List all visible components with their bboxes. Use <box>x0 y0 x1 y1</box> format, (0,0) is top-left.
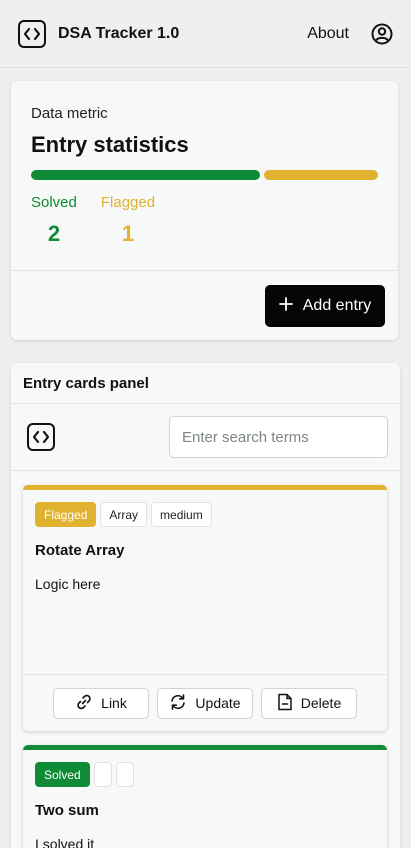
entry-notes: I solved it <box>35 836 95 848</box>
progress-bars <box>31 170 378 180</box>
file-minus-icon <box>277 693 293 714</box>
difficulty-tag: medium <box>151 502 212 527</box>
brand[interactable]: DSA Tracker 1.0 <box>18 19 180 48</box>
refresh-icon <box>169 693 187 714</box>
flagged-count: 1 <box>121 221 135 246</box>
difficulty-tag <box>115 762 134 787</box>
about-link[interactable]: About <box>307 25 349 43</box>
panel-title: Entry cards panel <box>11 363 400 404</box>
app-title: DSA Tracker 1.0 <box>58 24 180 42</box>
link-icon <box>75 693 93 714</box>
flagged-label: Flagged <box>100 194 156 211</box>
top-navbar: DSA Tracker 1.0 About <box>0 0 411 68</box>
link-label: Link <box>101 695 127 711</box>
stats-subtitle: Data metric <box>31 105 108 122</box>
code-brackets-icon <box>18 19 46 48</box>
topic-tag <box>93 762 112 787</box>
solved-metric: Solved 2 <box>31 194 77 247</box>
entry-notes: Logic here <box>35 576 101 592</box>
add-entry-button[interactable]: Add entry <box>265 285 385 327</box>
topic-tag: Array <box>100 502 148 527</box>
user-circle-icon[interactable] <box>371 23 393 45</box>
add-entry-label: Add entry <box>302 297 372 314</box>
solved-count: 2 <box>47 221 61 246</box>
solved-label: Solved <box>31 194 77 211</box>
entry-title: Two sum <box>35 802 99 819</box>
flagged-metric: Flagged 1 <box>101 194 155 247</box>
delete-button[interactable]: Delete <box>261 687 357 719</box>
entry-card: Solved Two sum I solved it <box>23 745 387 848</box>
stats-title: Entry statistics <box>31 132 189 157</box>
code-brackets-icon[interactable] <box>27 423 55 451</box>
update-label: Update <box>195 695 241 711</box>
entry-card: Flagged Array medium Rotate Array Logic … <box>23 485 387 731</box>
entry-title: Rotate Array <box>35 542 125 559</box>
link-button[interactable]: Link <box>53 687 149 719</box>
update-button[interactable]: Update <box>157 687 253 719</box>
solved-progress-bar <box>31 170 260 180</box>
delete-label: Delete <box>300 695 342 711</box>
entry-cards-panel: Entry cards panel Flagged Array medium R… <box>11 363 400 848</box>
plus-icon <box>278 296 293 316</box>
entry-statistics-card: Data metric Entry statistics Solved 2 Fl… <box>11 81 398 340</box>
flagged-progress-bar <box>264 170 378 180</box>
status-badge: Solved <box>35 762 90 787</box>
status-badge: Flagged <box>35 502 97 527</box>
search-input[interactable] <box>169 416 388 458</box>
